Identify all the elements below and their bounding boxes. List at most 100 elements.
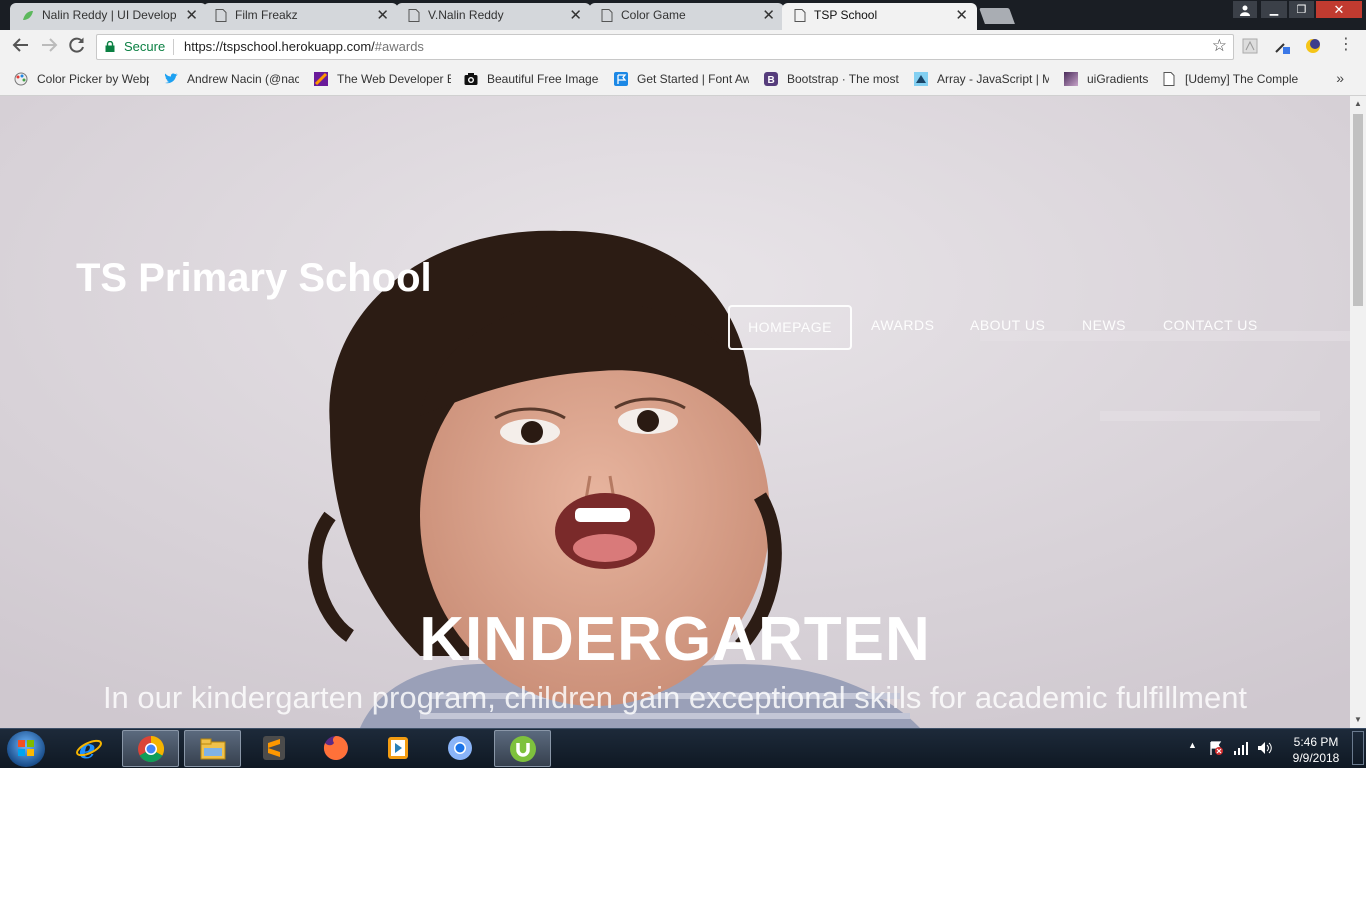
mdn-icon — [914, 72, 928, 86]
reload-icon[interactable] — [68, 36, 86, 58]
taskbar-chrome[interactable] — [122, 730, 179, 767]
svg-text:B: B — [768, 75, 775, 86]
taskbar-internet-explorer[interactable]: e — [61, 730, 118, 767]
tab-film-freakz[interactable]: Film Freakz ✕ — [203, 3, 398, 30]
taskbar-chromium[interactable] — [432, 730, 489, 767]
camera-icon — [464, 73, 478, 85]
bookmarks-bar: Color Picker by Webp Andrew Nacin (@nac … — [0, 64, 1366, 96]
scroll-up-arrow-icon[interactable]: ▲ — [1350, 96, 1366, 112]
new-tab-button[interactable] — [979, 8, 1015, 24]
bookmark-udemy[interactable]: [Udemy] The Comple — [1162, 71, 1300, 89]
tray-expand-arrow-icon[interactable]: ▲ — [1188, 740, 1197, 750]
bookmark-font-awesome[interactable]: Get Started | Font Aw — [614, 71, 752, 89]
tab-close-icon[interactable]: ✕ — [376, 3, 389, 28]
pdf-extension-icon[interactable] — [1242, 38, 1258, 54]
clock-date: 9/9/2018 — [1292, 751, 1340, 765]
volume-icon[interactable] — [1257, 740, 1273, 756]
taskbar-media-player[interactable] — [370, 730, 427, 767]
bookmark-label: Array - JavaScript | M — [937, 72, 1049, 86]
scroll-down-arrow-icon[interactable]: ▼ — [1350, 712, 1366, 728]
windows-taskbar: e ▲ 5:46 PM 9/9/2018 — [0, 728, 1366, 768]
utorrent-icon — [510, 736, 536, 762]
url-path: #awards — [374, 39, 424, 54]
tab-close-icon[interactable]: ✕ — [955, 3, 968, 28]
tab-close-icon[interactable]: ✕ — [185, 3, 198, 28]
media-player-icon — [388, 737, 408, 759]
page-favicon-icon — [794, 9, 806, 22]
bookmark-star-icon[interactable]: ☆ — [1212, 36, 1227, 56]
forward-arrow-icon[interactable] — [40, 36, 58, 58]
night-mode-extension-icon[interactable] — [1305, 38, 1321, 54]
window-close-button[interactable]: ✕ — [1315, 0, 1363, 19]
url-text[interactable]: https://tspschool.herokuapp.com/#awards — [184, 39, 424, 54]
bootstrap-icon: B — [764, 72, 778, 86]
bookmark-uigradients[interactable]: uiGradients — [1064, 71, 1154, 89]
browser-toolbar: Secure https://tspschool.herokuapp.com/#… — [0, 30, 1366, 64]
bookmark-andrew-nacin[interactable]: Andrew Nacin (@nac — [164, 71, 300, 89]
clock-time: 5:46 PM — [1293, 735, 1339, 749]
hero-subtitle: In our kindergarten program, children ga… — [102, 680, 1248, 715]
bookmark-array-javascript[interactable]: Array - JavaScript | M — [914, 71, 1050, 89]
minimize-button[interactable]: ▁ — [1260, 0, 1288, 19]
bookmark-label: Bootstrap · The most — [787, 72, 899, 86]
profile-button[interactable] — [1232, 0, 1258, 19]
bookmarks-overflow-button[interactable]: » — [1336, 70, 1344, 86]
tab-tsp-school[interactable]: TSP School ✕ — [782, 3, 977, 30]
bookmark-color-picker[interactable]: Color Picker by Webp — [14, 71, 152, 89]
action-center-flag-icon[interactable] — [1208, 740, 1224, 756]
tab-v-nalin-reddy[interactable]: V.Nalin Reddy ✕ — [396, 3, 591, 30]
svg-text:e: e — [79, 735, 96, 762]
person-icon — [1240, 5, 1250, 16]
lock-icon — [105, 41, 115, 52]
page-icon — [1163, 72, 1175, 86]
bookmark-web-developer[interactable]: The Web Developer E — [314, 71, 452, 89]
tab-title: Film Freakz — [235, 8, 298, 22]
taskbar-firefox[interactable] — [308, 730, 365, 767]
internet-explorer-icon: e — [76, 735, 102, 762]
school-title[interactable]: TS Primary School — [76, 256, 432, 301]
bookmark-free-images[interactable]: Beautiful Free Images — [464, 71, 602, 89]
bookmark-label: Beautiful Free Images — [487, 72, 599, 86]
secure-label: Secure — [124, 39, 166, 54]
hero-title: KINDERGARTEN — [419, 605, 931, 674]
start-button[interactable] — [7, 731, 45, 767]
bookmark-bootstrap[interactable]: B Bootstrap · The most — [764, 71, 902, 89]
maximize-button[interactable]: ❐ — [1288, 0, 1315, 19]
bookmark-label: uiGradients — [1087, 72, 1149, 86]
taskbar-utorrent[interactable] — [494, 730, 551, 767]
color-picker-extension-icon[interactable] — [1274, 38, 1290, 54]
tab-title: V.Nalin Reddy — [428, 8, 504, 22]
tab-title: Nalin Reddy | UI Develop — [42, 8, 177, 22]
nav-news[interactable]: NEWS — [1082, 317, 1126, 333]
tab-nalin-reddy-ui[interactable]: Nalin Reddy | UI Develop ✕ — [10, 3, 207, 30]
tab-color-game[interactable]: Color Game ✕ — [589, 3, 784, 30]
address-bar[interactable]: Secure https://tspschool.herokuapp.com/#… — [96, 34, 1234, 60]
nav-awards[interactable]: AWARDS — [871, 317, 934, 333]
page-favicon-icon — [408, 9, 420, 22]
chrome-menu-icon[interactable]: ⋮ — [1338, 35, 1354, 55]
tab-close-icon[interactable]: ✕ — [762, 3, 775, 28]
page-scrollbar[interactable]: ▲ ▼ — [1350, 96, 1366, 728]
tab-close-icon[interactable]: ✕ — [569, 3, 582, 28]
palette-icon — [14, 72, 28, 86]
chrome-icon — [138, 735, 165, 763]
back-arrow-icon[interactable] — [12, 36, 30, 58]
scrollbar-thumb[interactable] — [1353, 114, 1363, 306]
windows-logo-icon — [18, 740, 34, 756]
nav-contact-us[interactable]: CONTACT US — [1163, 317, 1258, 333]
page-favicon-icon — [215, 9, 227, 22]
bookmark-label: Color Picker by Webp — [37, 72, 149, 86]
gradient-icon — [1064, 72, 1078, 86]
taskbar-file-explorer[interactable] — [184, 730, 241, 767]
nav-about-us[interactable]: ABOUT US — [970, 317, 1045, 333]
flag-icon — [614, 72, 628, 86]
firefox-icon — [323, 736, 348, 760]
system-clock[interactable]: 5:46 PM 9/9/2018 — [1288, 734, 1344, 766]
file-explorer-icon — [200, 738, 226, 760]
taskbar-sublime-text[interactable] — [246, 730, 303, 767]
bookmark-label: Get Started | Font Aw — [637, 72, 749, 86]
bookmark-label: The Web Developer E — [337, 72, 451, 86]
nav-homepage[interactable]: HOMEPAGE — [728, 305, 852, 350]
show-desktop-button[interactable] — [1352, 731, 1364, 765]
network-signal-icon[interactable] — [1233, 740, 1249, 756]
